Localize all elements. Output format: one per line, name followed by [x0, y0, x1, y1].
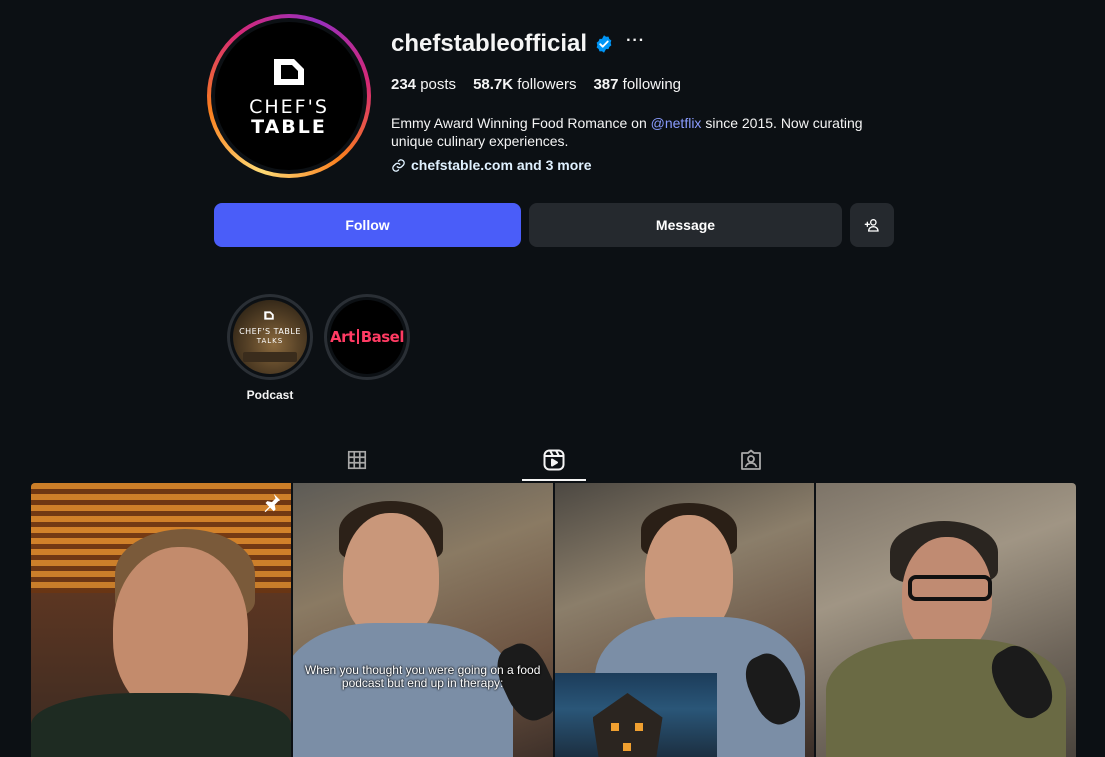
logo-text-line1: CHEF'S — [249, 96, 329, 118]
pin-icon — [264, 493, 280, 513]
posts-label: posts — [420, 76, 457, 93]
glasses-image — [908, 575, 993, 601]
follow-button[interactable]: Follow — [214, 203, 521, 247]
tab-posts[interactable] — [341, 447, 373, 473]
highlight-podcast-cover-subtitle: TALKS — [256, 337, 284, 345]
profile-external-link[interactable]: chefstable.com and 3 more — [391, 157, 592, 173]
external-link-text: chefstable.com and 3 more — [411, 157, 592, 173]
reel-tile[interactable] — [554, 483, 815, 757]
movie-poster-image — [554, 673, 717, 757]
highlight-art-basel-cover: Art Basel — [330, 300, 404, 374]
highlight-podcast[interactable]: CHEF'S TABLE TALKS Podcast — [227, 294, 313, 404]
active-tab-indicator — [522, 479, 586, 481]
followers-stat[interactable]: 58.7K followers — [473, 76, 576, 93]
following-count: 387 — [593, 76, 619, 93]
tab-reels[interactable] — [538, 447, 570, 473]
message-button[interactable]: Message — [529, 203, 842, 247]
verified-badge-icon — [596, 35, 612, 53]
reel-caption: When you thought you were going on a foo… — [304, 663, 541, 690]
reel-tile[interactable]: When you thought you were going on a foo… — [292, 483, 553, 757]
followers-count: 58.7K — [473, 76, 514, 93]
grid-icon — [347, 450, 367, 470]
highlight-podcast-cover-title: CHEF'S TABLE — [239, 327, 301, 336]
posts-stat: 234 posts — [391, 76, 456, 93]
followers-label: followers — [517, 76, 577, 93]
link-icon — [392, 158, 405, 172]
reel-thumbnail-person — [113, 547, 248, 717]
profile-bio: Emmy Award Winning Food Romance on @netf… — [391, 114, 881, 150]
chefs-table-logo-mark-icon — [274, 59, 304, 85]
highlight-podcast-cover: CHEF'S TABLE TALKS — [233, 300, 307, 374]
posts-count: 234 — [391, 76, 417, 93]
profile-avatar[interactable]: CHEF'S TABLE — [207, 14, 371, 178]
reels-icon — [543, 449, 565, 471]
reel-tile[interactable] — [31, 483, 291, 757]
chefs-table-logo: CHEF'S TABLE — [215, 22, 363, 170]
reel-tile[interactable] — [816, 483, 1076, 757]
profile-stats: 234 posts 58.7K followers 387 following — [391, 76, 681, 93]
highlight-art-basel[interactable]: Art Basel — [324, 294, 410, 404]
following-stat[interactable]: 387 following — [593, 76, 681, 93]
suggested-accounts-button[interactable] — [850, 203, 894, 247]
reels-grid: When you thought you were going on a foo… — [31, 483, 1076, 757]
reel-thumbnail-person — [342, 513, 439, 641]
tagged-icon — [741, 449, 761, 470]
profile-username[interactable]: chefstableofficial — [391, 30, 587, 58]
following-label: following — [622, 76, 682, 93]
add-person-icon — [864, 219, 879, 232]
chefs-table-logo-mark-icon — [264, 311, 274, 320]
logo-text-line2: TABLE — [251, 116, 327, 138]
bio-text-before: Emmy Award Winning Food Romance on — [391, 115, 651, 131]
highlight-podcast-table — [243, 352, 297, 362]
highlight-label: Podcast — [246, 388, 294, 402]
username-row: chefstableofficial ··· — [391, 30, 645, 58]
tab-tagged[interactable] — [735, 447, 767, 473]
more-options-button[interactable]: ··· — [626, 32, 645, 50]
art-basel-logo: Art Basel — [330, 328, 404, 346]
bio-mention-link[interactable]: @netflix — [651, 115, 702, 131]
